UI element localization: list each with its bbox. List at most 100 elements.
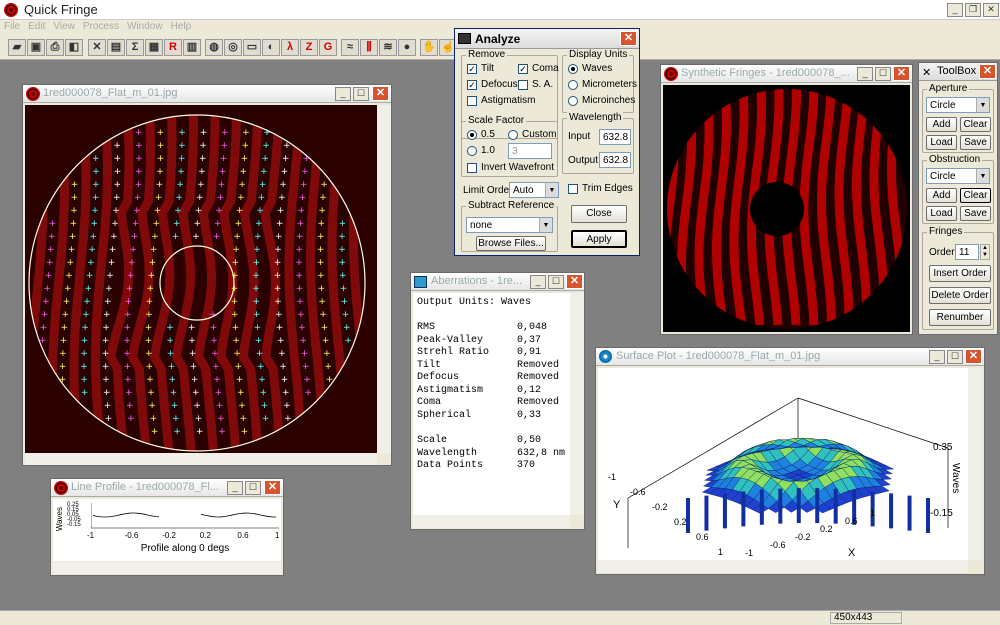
obstruction-select[interactable]: Circle ▼ (926, 168, 990, 184)
surface-vscroll[interactable] (968, 368, 982, 560)
menu-help[interactable]: Help (167, 20, 196, 33)
fringe-point: + (279, 362, 287, 372)
stack-icon[interactable]: ≋ (379, 39, 397, 56)
sigma-icon[interactable]: Σ (126, 39, 144, 56)
sphere-icon[interactable]: ● (398, 39, 416, 56)
r-button[interactable]: R (164, 39, 182, 56)
g-button[interactable]: G (319, 39, 337, 56)
custom-scale-input[interactable]: 3 (508, 143, 552, 159)
minimize-button[interactable]: _ (857, 67, 873, 81)
sa-checkbox[interactable] (518, 80, 528, 90)
scale-10-radio[interactable] (467, 146, 477, 156)
order-input[interactable]: 11 (955, 244, 979, 260)
renumber-button[interactable]: Renumber (929, 309, 991, 326)
menu-process[interactable]: Process (79, 20, 123, 33)
flat-icon[interactable]: ▭ (243, 39, 261, 56)
maximize-button[interactable]: ☐ (947, 350, 963, 364)
fringe-point: + (133, 206, 141, 216)
fringe-image[interactable]: + + + + + + + + + + + + + + + + + + + + + + + + + + + + + + + + + + + + + + + +… (25, 105, 377, 453)
save-icon[interactable]: ▣ (27, 39, 45, 56)
line-profile-hscroll[interactable] (53, 562, 281, 574)
fringe-icon[interactable]: ◍ (205, 39, 223, 56)
minimize-button[interactable]: _ (530, 275, 546, 289)
print-icon[interactable]: ⎙ (46, 39, 64, 56)
menu-edit[interactable]: Edit (24, 20, 49, 33)
app-minimize-button[interactable]: _ (947, 3, 963, 17)
microinches-radio[interactable] (568, 96, 578, 106)
aperture-save-button[interactable]: Save (960, 135, 991, 150)
aperture-clear-button[interactable]: Clear (960, 117, 991, 132)
fringe-point: + (150, 414, 158, 424)
maximize-button[interactable]: ☐ (548, 275, 564, 289)
analyze-icon[interactable]: ▤ (107, 39, 125, 56)
waves-radio[interactable] (568, 64, 578, 74)
obstruction-load-button[interactable]: Load (926, 206, 957, 221)
delete-order-button[interactable]: Delete Order (929, 287, 991, 304)
scale-05-radio[interactable] (467, 130, 477, 140)
line-profile-xtick: 0.6 (237, 531, 249, 540)
tools-icon: ✕ (922, 67, 932, 79)
minimize-button[interactable]: _ (227, 481, 243, 495)
lambda-button[interactable]: λ (281, 39, 299, 56)
hand-icon[interactable]: ✋ (420, 39, 438, 56)
tools-icon[interactable]: ✕ (88, 39, 106, 56)
aberrations-vscroll[interactable] (570, 293, 584, 515)
obstruction-clear-button[interactable]: Clear (960, 188, 991, 203)
minimize-button[interactable]: _ (335, 87, 351, 101)
aberrations-hscroll[interactable] (413, 515, 570, 528)
wave-icon[interactable]: ≈ (341, 39, 359, 56)
maximize-button[interactable]: ☐ (245, 481, 261, 495)
wavelength-input-field[interactable]: 632.8 (599, 129, 631, 145)
analyze-close-icon[interactable]: ✕ (620, 31, 637, 46)
close-button[interactable]: ✕ (965, 349, 982, 364)
apply-button[interactable]: Apply (571, 230, 627, 248)
aperture-add-button[interactable]: Add (926, 117, 957, 132)
vertical-scrollbar[interactable] (377, 105, 391, 453)
tilt-checkbox[interactable]: ✓ (467, 64, 477, 74)
maximize-button[interactable]: ☐ (875, 67, 891, 81)
app-close-button[interactable]: ✕ (983, 3, 999, 17)
browse-files-button[interactable]: Browse Files... (476, 236, 546, 251)
insert-order-button[interactable]: Insert Order (929, 265, 991, 282)
obstruction-save-button[interactable]: Save (960, 206, 991, 221)
menu-window[interactable]: Window (123, 20, 167, 33)
subtract-reference-select[interactable]: none ▼ (466, 217, 553, 233)
wavelength-output-field[interactable]: 632.8 (599, 152, 631, 168)
menu-view[interactable]: View (49, 20, 79, 33)
toolbox-close-icon[interactable]: ✕ (979, 64, 996, 79)
preview-icon[interactable]: ◧ (65, 39, 83, 56)
order-spinner[interactable]: ▲ ▼ (980, 244, 990, 260)
aperture-load-button[interactable]: Load (926, 135, 957, 150)
defocus-checkbox[interactable]: ✓ (467, 80, 477, 90)
app-restore-button[interactable]: ❐ (965, 3, 981, 17)
close-button[interactable]: Close (571, 205, 627, 223)
astigmatism-checkbox[interactable] (467, 96, 477, 106)
open-icon[interactable]: ▰ (8, 39, 26, 56)
jpg-icon[interactable]: ▥ (183, 39, 201, 56)
grid-icon[interactable]: ▦ (145, 39, 163, 56)
z-button[interactable]: Z (300, 39, 318, 56)
maximize-button[interactable]: ☐ (353, 87, 369, 101)
scale-custom-radio[interactable] (508, 130, 518, 140)
horizontal-scrollbar[interactable] (25, 453, 377, 465)
minimize-button[interactable]: _ (929, 350, 945, 364)
fringe-point: + (238, 180, 246, 190)
trim-edges-checkbox[interactable] (568, 184, 578, 194)
close-button[interactable]: ✕ (893, 66, 910, 81)
chart-icon[interactable]: ⫼ (360, 39, 378, 56)
obstruction-add-button[interactable]: Add (926, 188, 957, 203)
invert-wavefront-checkbox[interactable] (467, 163, 477, 173)
close-button[interactable]: ✕ (566, 274, 583, 289)
close-button[interactable]: ✕ (372, 86, 389, 101)
surface-hscroll[interactable] (598, 560, 968, 573)
limit-order-select[interactable]: Auto ▼ (509, 182, 559, 198)
zoom-icon[interactable]: ◎ (224, 39, 242, 56)
coma-checkbox[interactable]: ✓ (518, 64, 528, 74)
aperture-select[interactable]: Circle ▼ (926, 97, 990, 113)
menu-file[interactable]: File (0, 20, 24, 33)
aberration-value: 0,91 (517, 347, 542, 358)
micrometers-radio[interactable] (568, 80, 578, 90)
synthetic-icon[interactable]: ◐ (262, 39, 280, 56)
fringe-point: + (198, 167, 206, 177)
close-button[interactable]: ✕ (264, 480, 281, 495)
